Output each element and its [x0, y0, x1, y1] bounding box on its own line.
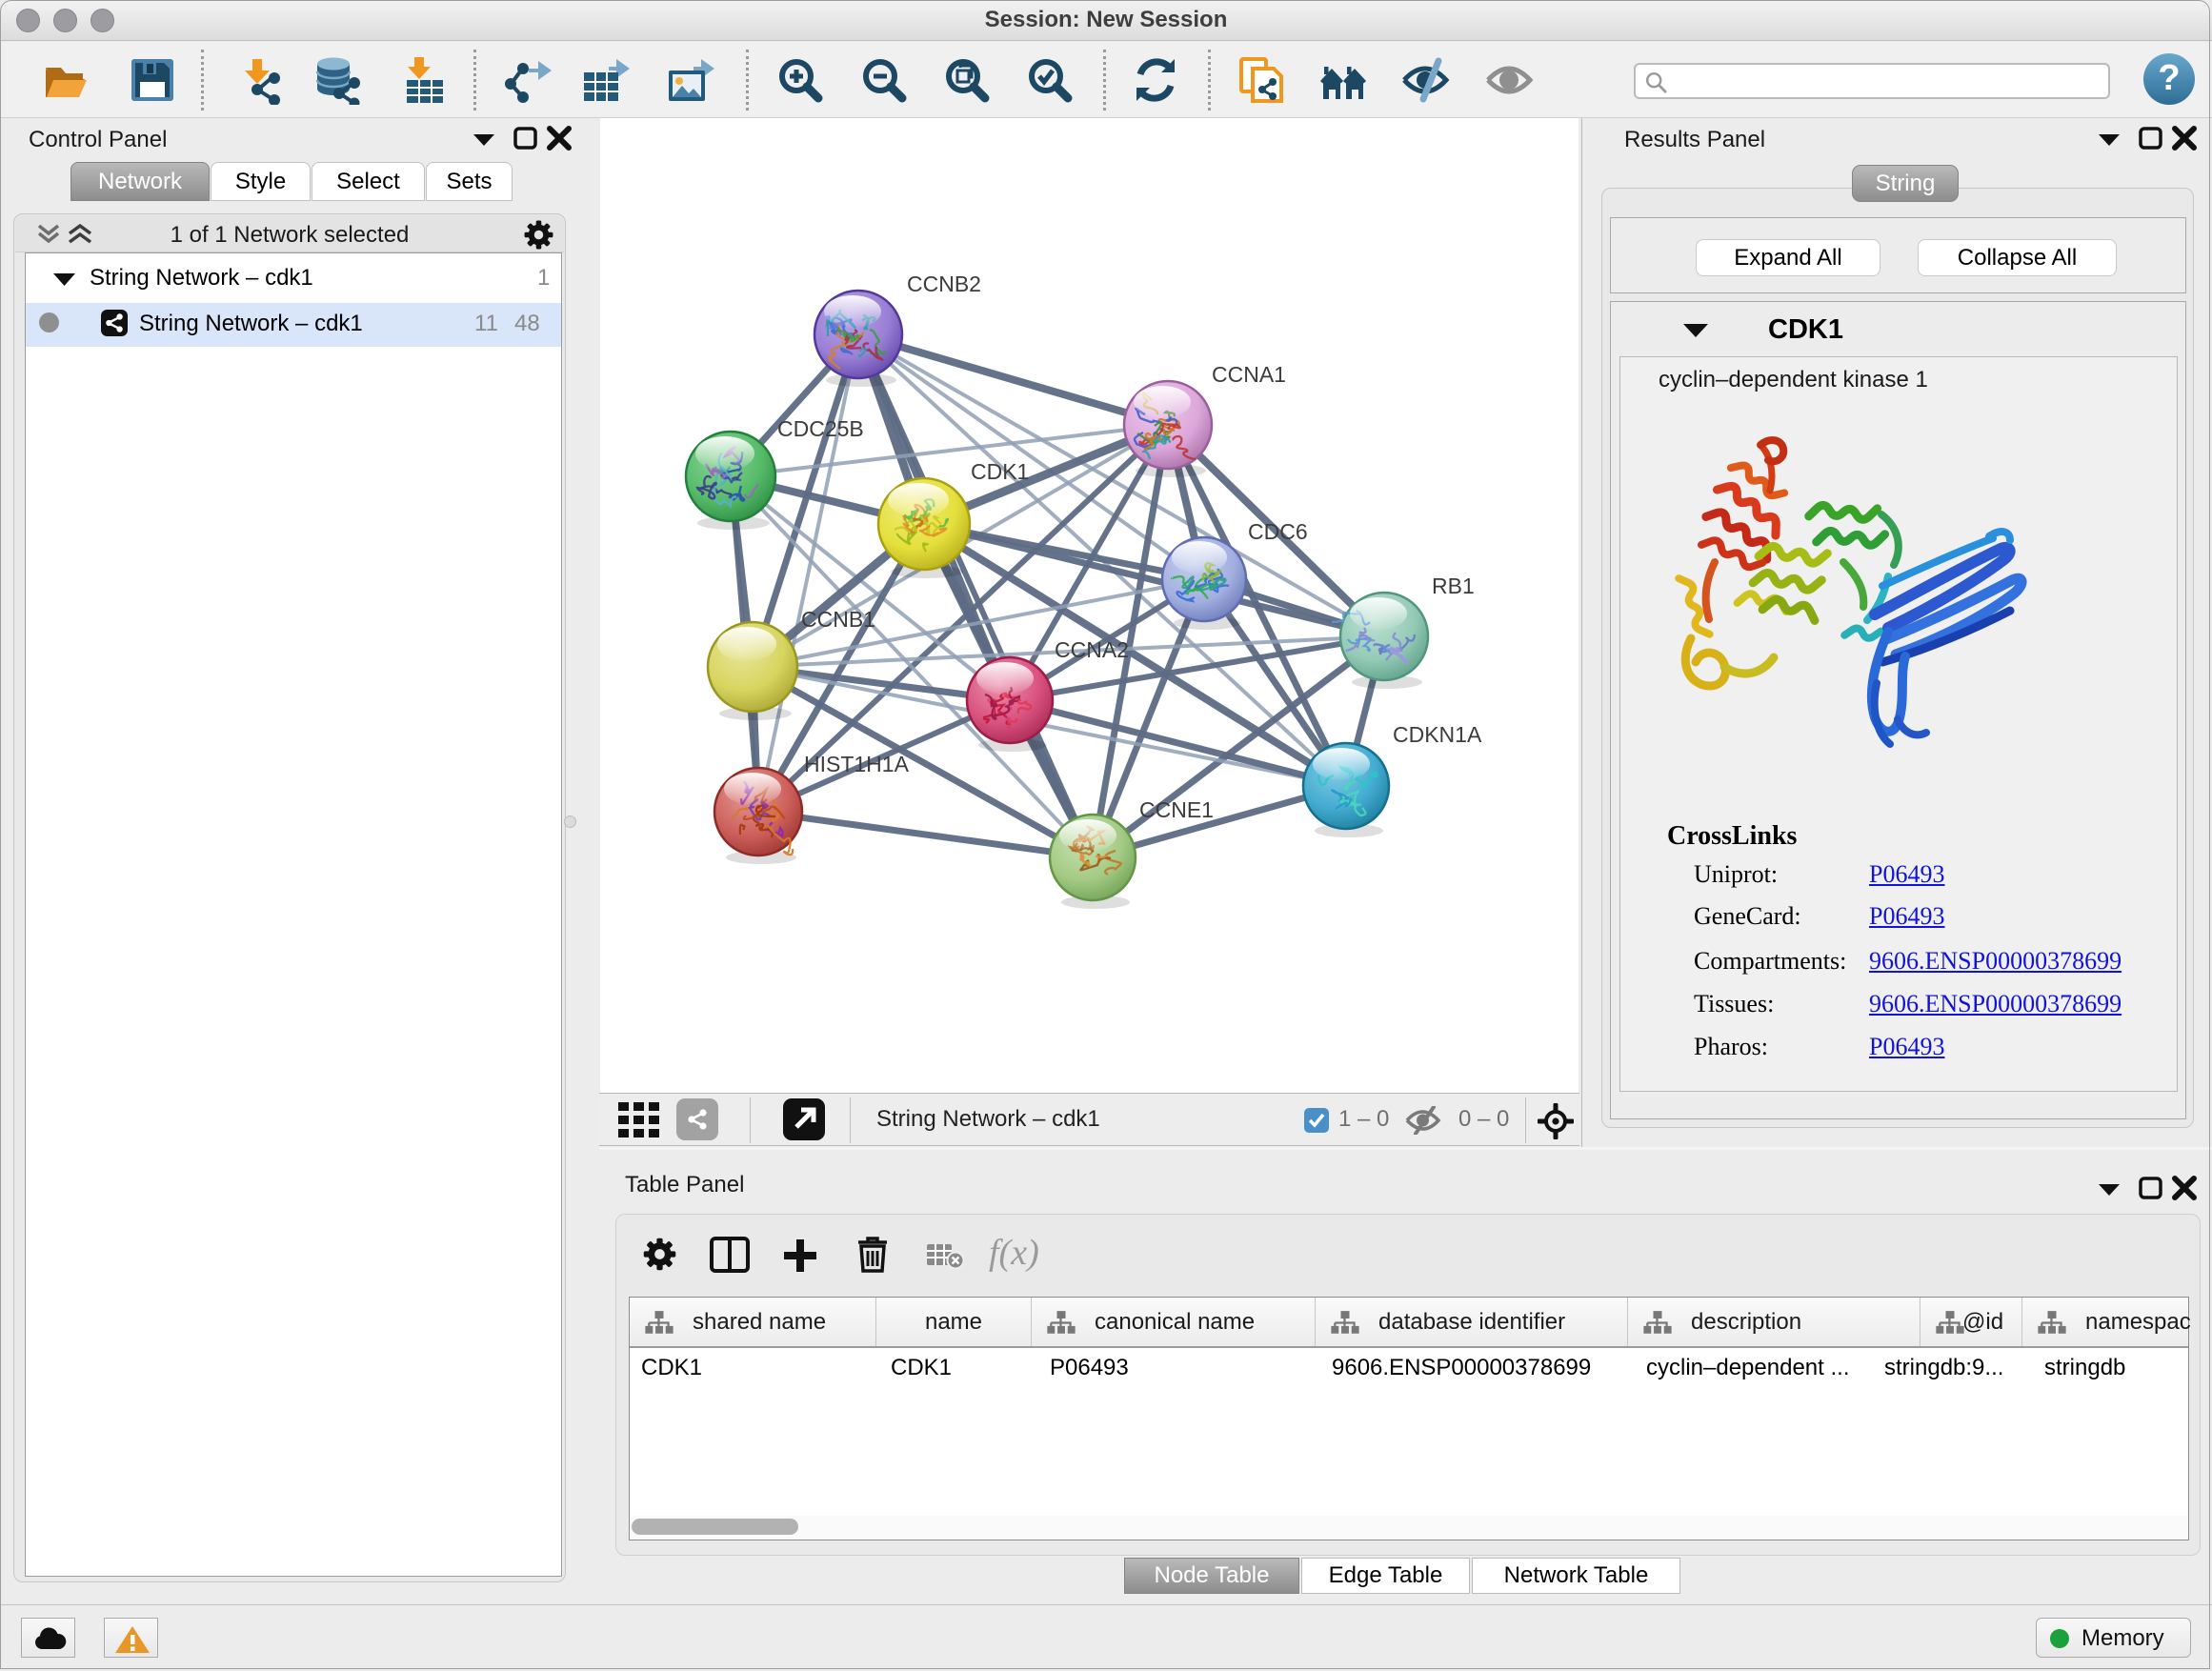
svg-text:HIST1H1A: HIST1H1A: [804, 752, 910, 776]
svg-text:CDC6: CDC6: [1248, 519, 1308, 544]
svg-text:CCNB2: CCNB2: [907, 272, 981, 296]
svg-text:CDK1: CDK1: [971, 459, 1029, 484]
svg-text:CDKN1A: CDKN1A: [1393, 722, 1482, 747]
svg-text:CCNA2: CCNA2: [1055, 637, 1129, 662]
svg-text:CCNE1: CCNE1: [1139, 797, 1214, 822]
svg-text:CDC25B: CDC25B: [777, 416, 864, 441]
svg-text:RB1: RB1: [1432, 574, 1475, 598]
svg-text:CCNA1: CCNA1: [1212, 362, 1286, 387]
svg-text:CCNB1: CCNB1: [801, 607, 875, 632]
